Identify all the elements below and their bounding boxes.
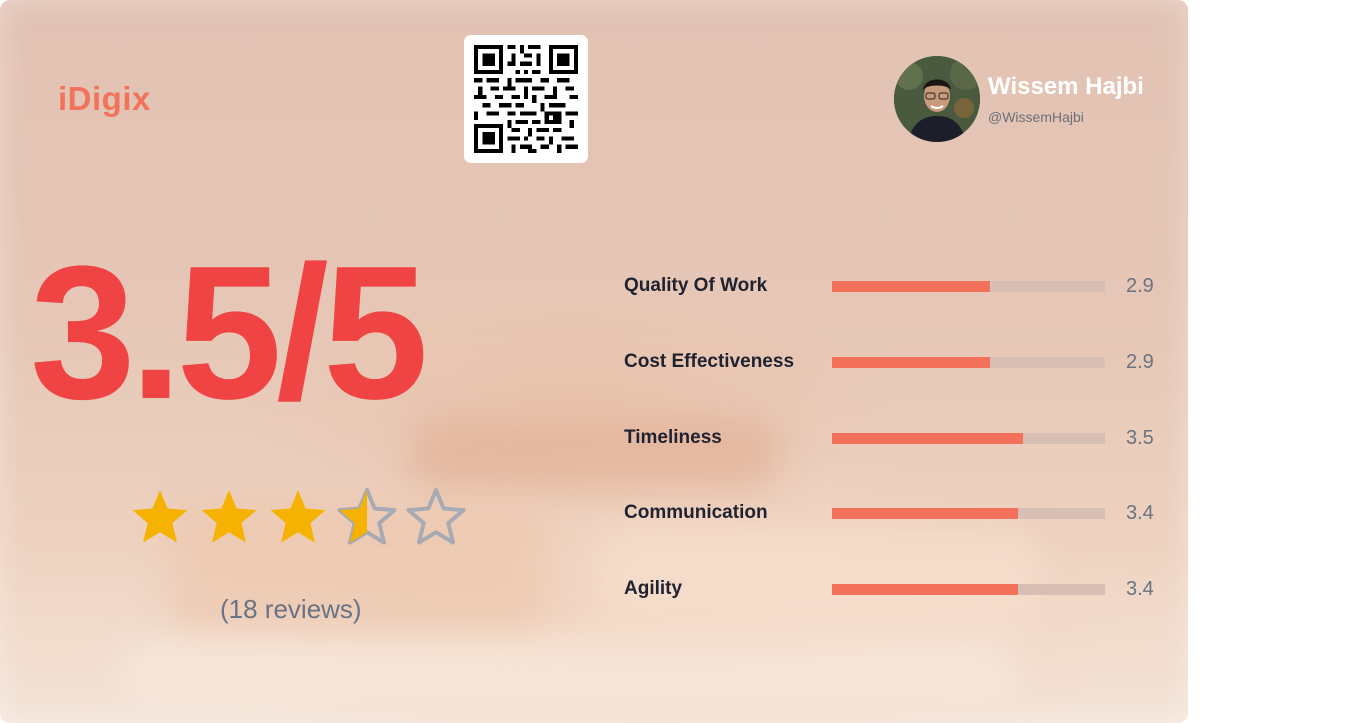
metric-bar-track	[832, 433, 1105, 444]
metric-timeliness: Timeliness 3.5	[624, 423, 1164, 453]
metric-bar-fill	[832, 508, 1018, 519]
metric-bar-track	[832, 508, 1105, 519]
star-full-icon	[201, 490, 257, 543]
review-card: iDigix Wissem Hajbi @WissemHajbi 3.5/5 (…	[0, 0, 1188, 723]
metric-label: Cost Effectiveness	[624, 351, 795, 372]
metric-value: 3.4	[1126, 578, 1154, 600]
metric-label: Quality Of Work	[624, 275, 768, 296]
star-full-icon	[270, 490, 326, 543]
star-empty-icon	[406, 488, 466, 545]
metric-label: Timeliness	[624, 427, 722, 448]
metric-bar-track	[832, 357, 1105, 368]
metric-bar-fill	[832, 584, 1018, 595]
brand-logo: iDigix	[58, 80, 151, 117]
metric-communication: Communication 3.4	[624, 498, 1164, 528]
review-count[interactable]: (18 reviews)	[220, 594, 362, 625]
star-half-icon	[337, 488, 397, 545]
metric-value: 2.9	[1126, 275, 1154, 297]
metric-agility: Agility 3.4	[624, 574, 1164, 604]
metric-value: 3.5	[1126, 427, 1154, 449]
star-full-icon	[132, 490, 188, 543]
metric-cost-effectiveness: Cost Effectiveness 2.9	[624, 347, 1164, 377]
metric-bar-fill	[832, 281, 991, 292]
overall-score: 3.5/5	[30, 227, 429, 439]
metric-bar-fill	[832, 433, 1024, 444]
avatar[interactable]	[894, 56, 980, 142]
metric-bar-track	[832, 584, 1105, 595]
metric-value: 3.4	[1126, 502, 1154, 524]
metric-bar-track	[832, 281, 1105, 292]
metric-value: 2.9	[1126, 351, 1154, 373]
qr-code[interactable]	[464, 35, 588, 163]
metric-label: Agility	[624, 578, 683, 599]
metric-label: Communication	[624, 502, 768, 523]
qr-code-icon	[474, 45, 578, 153]
metric-bar-fill	[832, 357, 991, 368]
background-shape	[120, 640, 1020, 710]
user-handle: @WissemHajbi	[988, 109, 1084, 125]
user-name: Wissem Hajbi	[988, 73, 1144, 100]
metric-quality-of-work: Quality Of Work 2.9	[624, 271, 1164, 301]
user-photo-avatar-icon	[894, 56, 980, 142]
